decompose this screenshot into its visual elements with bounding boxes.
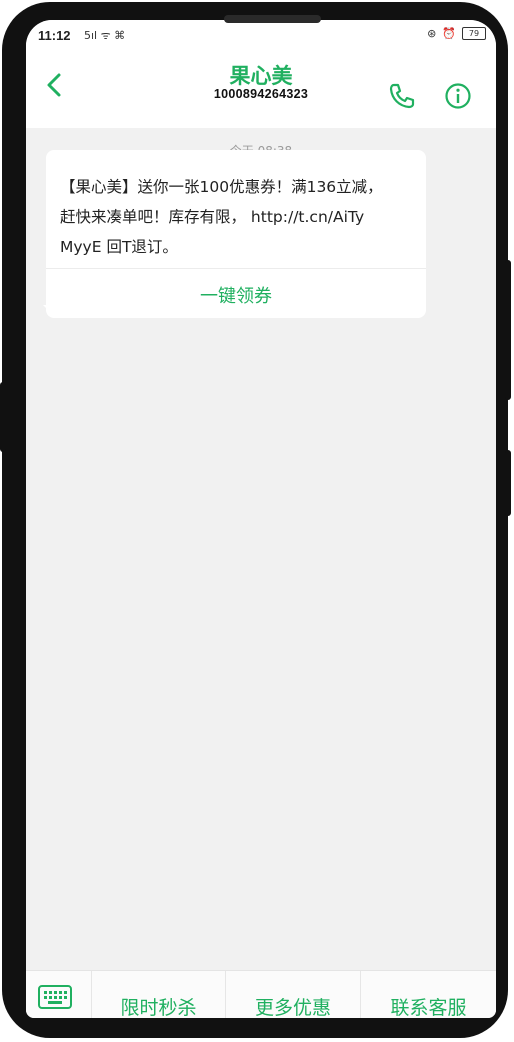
status-time: 11:12 (38, 28, 71, 43)
message-text: 【果心美】送你一张100优惠券！满136立减， 赶快来凑单吧！库存有限， htt… (60, 178, 383, 256)
info-icon[interactable] (444, 82, 472, 110)
status-right-icons: ⊛ ⏰ 79 (427, 27, 486, 40)
keyboard-icon[interactable] (38, 985, 72, 1009)
conversation-header: 果心美 1000894264323 (26, 50, 496, 128)
message-bubble[interactable]: 【果心美】送你一张100优惠券！满136立减， 赶快来凑单吧！库存有限， htt… (46, 150, 426, 318)
speaker-notch (224, 15, 321, 23)
phone-frame: 11:12 5ıl ᯤ ⌘ ⊛ ⏰ 79 果心美 1000894264323 【… (0, 2, 511, 1038)
contact-name: 果心美 (229, 64, 293, 88)
signal-icon: 5ıl ᯤ ⌘ (84, 29, 126, 42)
power-button (505, 260, 511, 400)
battery-icon: 79 (462, 27, 486, 40)
menu-flash-sale[interactable]: 限时秒杀 (92, 993, 225, 1018)
menu-customer-service[interactable]: 联系客服 (361, 993, 496, 1018)
menu-more-offers[interactable]: 更多优惠 (226, 993, 360, 1018)
alarm-icon: ⏰ (442, 27, 456, 40)
contact-number: 1000894264323 (213, 87, 309, 101)
phone-call-icon[interactable] (388, 82, 416, 110)
bubble-divider (46, 268, 426, 269)
bottom-menu-bar: 限时秒杀 更多优惠 联系客服 (26, 970, 496, 1018)
screen: 11:12 5ıl ᯤ ⌘ ⊛ ⏰ 79 果心美 1000894264323 【… (26, 20, 496, 1018)
side-button (505, 450, 511, 516)
status-bar: 11:12 5ıl ᯤ ⌘ ⊛ ⏰ 79 (26, 20, 496, 50)
claim-coupon-button[interactable]: 一键领券 (46, 282, 426, 308)
volume-button (0, 382, 6, 452)
nfc-icon: ⊛ (427, 27, 437, 40)
